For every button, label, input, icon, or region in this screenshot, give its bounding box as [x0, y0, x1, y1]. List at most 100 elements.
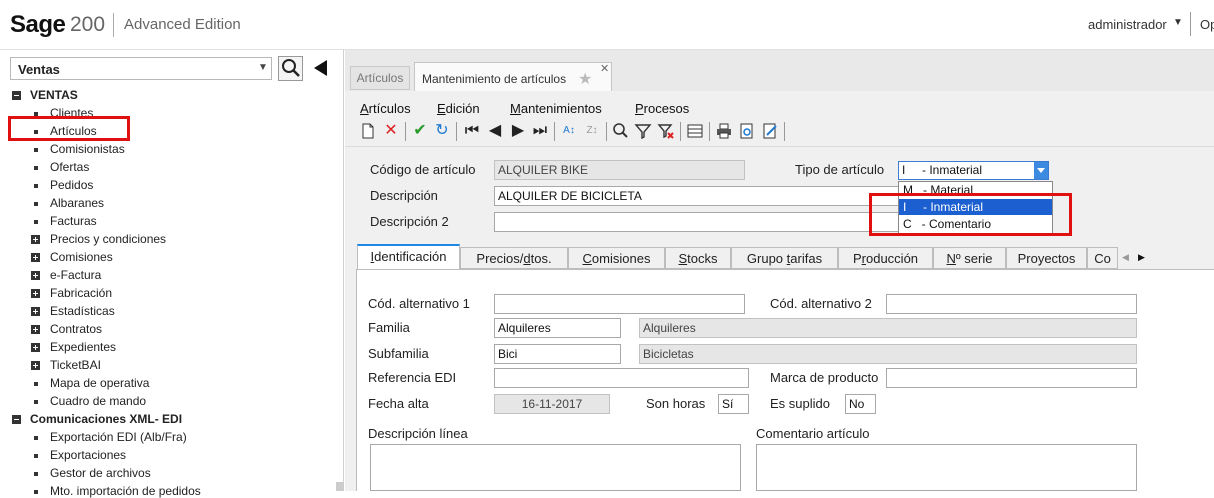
sidebar-item-comisiones[interactable]: Comisiones — [50, 250, 113, 264]
sidebar-item-contratos[interactable]: Contratos — [50, 322, 102, 336]
close-icon[interactable]: ✕ — [600, 62, 609, 75]
expand-icon[interactable] — [31, 289, 40, 298]
descripcion-field[interactable]: ALQUILER DE BICICLETA — [494, 186, 900, 206]
scrollbar[interactable] — [336, 482, 344, 491]
delete-icon[interactable]: ✕ — [381, 121, 401, 141]
sort-za-icon[interactable]: Z↕ — [582, 121, 602, 141]
desc-linea-label: Descripción línea — [368, 426, 468, 441]
highlight-dropdown — [869, 193, 1072, 236]
collapse-icon[interactable] — [12, 415, 21, 424]
tab-identificaci-n[interactable]: Identificación — [357, 244, 460, 270]
tab-precios-dtos-[interactable]: Precios/dtos. — [460, 247, 568, 269]
subfamilia-name-field: Bicicletas — [639, 344, 1137, 364]
sidebar-item-precios-y-condiciones[interactable]: Precios y condiciones — [50, 232, 166, 246]
sidebar-item-facturas[interactable]: Facturas — [50, 214, 97, 228]
refresh-icon[interactable]: ↻ — [432, 121, 452, 141]
sidebar-item-comunicaciones-xml-edi[interactable]: Comunicaciones XML- EDI — [30, 412, 182, 426]
familia-code-field[interactable]: Alquileres — [494, 318, 621, 338]
sidebar-item-e-factura[interactable]: e-Factura — [50, 268, 101, 282]
descripcion2-field[interactable] — [494, 212, 900, 232]
expand-icon[interactable] — [31, 307, 40, 316]
codigo-field[interactable]: ALQUILER BIKE — [494, 160, 745, 180]
sidebar-item-estad-sticas[interactable]: Estadísticas — [50, 304, 115, 318]
sidebar-item-comisionistas[interactable]: Comisionistas — [50, 142, 125, 156]
tab-stocks[interactable]: Stocks — [665, 247, 731, 269]
star-icon[interactable]: ★ — [578, 69, 592, 89]
sidebar-item-pedidos[interactable]: Pedidos — [50, 178, 93, 192]
collapse-panel-button[interactable] — [310, 57, 332, 79]
filter-icon[interactable] — [633, 121, 653, 141]
tab-co[interactable]: Co — [1087, 247, 1118, 269]
tab-grupo-tarifas[interactable]: Grupo tarifas — [731, 247, 838, 269]
tab-scroll-left-icon[interactable]: ◀ — [1122, 252, 1129, 263]
next-record-icon[interactable]: ▶ — [508, 121, 528, 141]
previous-record-icon[interactable]: ◀ — [485, 121, 505, 141]
cod-alt2-label: Cód. alternativo 2 — [770, 296, 872, 311]
tab-articulos[interactable]: Artículos — [350, 66, 410, 90]
sidebar-item-ticketbai[interactable]: TicketBAI — [50, 358, 101, 372]
edit-document-icon[interactable] — [760, 121, 780, 141]
search-icon[interactable] — [611, 121, 631, 141]
tab-label: Mantenimiento de artículos — [422, 72, 567, 86]
first-record-icon[interactable]: ⏮ — [462, 121, 482, 141]
expand-icon[interactable] — [31, 325, 40, 334]
search-button[interactable] — [278, 56, 303, 81]
comentario-textarea[interactable] — [756, 444, 1137, 491]
last-record-icon[interactable]: ⏭ — [530, 121, 550, 141]
familia-name-field: Alquileres — [639, 318, 1137, 338]
sidebar-item-gestor-de-archivos[interactable]: Gestor de archivos — [50, 466, 151, 480]
menu-item[interactable]: Mantenimientos — [510, 101, 602, 116]
clear-filter-icon[interactable] — [656, 121, 676, 141]
sidebar-item-fabricaci-n[interactable]: Fabricación — [50, 286, 112, 300]
tab-scroll-right-icon[interactable]: ▶ — [1138, 252, 1145, 263]
sidebar-item-mto-importaci-n-de-pedidos[interactable]: Mto. importación de pedidos — [50, 484, 201, 498]
expand-icon[interactable] — [31, 253, 40, 262]
sort-az-icon[interactable]: A↕ — [559, 121, 579, 141]
sidebar-item-ofertas[interactable]: Ofertas — [50, 160, 89, 174]
user-menu[interactable]: administrador — [1088, 17, 1167, 32]
subfamilia-code-field[interactable]: Bici — [494, 344, 621, 364]
son-horas-field[interactable]: Sí — [718, 394, 749, 414]
sidebar-item-exportaci-n-edi-alb-fra[interactable]: Exportación EDI (Alb/Fra) — [50, 430, 187, 444]
chevron-down-icon[interactable]: ▼ — [258, 62, 268, 73]
tab-proyectos[interactable]: Proyectos — [1006, 247, 1087, 269]
sidebar-item-mapa-de-operativa[interactable]: Mapa de operativa — [50, 376, 149, 390]
check-icon[interactable]: ✔ — [410, 121, 430, 141]
cod-alt2-field[interactable] — [886, 294, 1137, 314]
tab-n-serie[interactable]: Nº serie — [933, 247, 1006, 269]
header-divider — [113, 13, 114, 37]
tab-comisiones[interactable]: Comisiones — [568, 247, 665, 269]
menu-item[interactable]: Artículos — [360, 101, 411, 116]
new-document-icon[interactable] — [358, 121, 378, 141]
ref-edi-field[interactable] — [494, 368, 749, 388]
menu-item[interactable]: Procesos — [635, 101, 689, 116]
sidebar-item-albaranes[interactable]: Albaranes — [50, 196, 104, 210]
caret-down-icon[interactable]: ▼ — [1173, 17, 1183, 28]
expand-icon[interactable] — [31, 235, 40, 244]
sidebar-item-cuadro-de-mando[interactable]: Cuadro de mando — [50, 394, 146, 408]
toolbar-separator — [456, 122, 457, 141]
sidebar-item-exportaciones[interactable]: Exportaciones — [50, 448, 126, 462]
print-preview-icon[interactable] — [737, 121, 757, 141]
bullet-icon — [34, 454, 38, 458]
expand-icon[interactable] — [31, 361, 40, 370]
expand-icon[interactable] — [31, 343, 40, 352]
bullet-icon — [34, 202, 38, 206]
collapse-icon[interactable] — [12, 91, 21, 100]
marca-field[interactable] — [886, 368, 1137, 388]
cod-alt1-field[interactable] — [494, 294, 745, 314]
sidebar-item-ventas[interactable]: VENTAS — [30, 88, 78, 102]
chevron-down-icon[interactable] — [1034, 162, 1048, 179]
tab-producci-n[interactable]: Producción — [838, 247, 933, 269]
codigo-label: Código de artículo — [370, 162, 476, 177]
desc-linea-textarea[interactable] — [370, 444, 741, 491]
expand-icon[interactable] — [31, 271, 40, 280]
fecha-alta-field[interactable]: 16-11-2017 — [494, 394, 610, 414]
menu-item[interactable]: Edición — [437, 101, 480, 116]
print-icon[interactable] — [714, 121, 734, 141]
es-suplido-field[interactable]: No — [845, 394, 876, 414]
ref-edi-label: Referencia EDI — [368, 370, 457, 385]
sidebar-item-expedientes[interactable]: Expedientes — [50, 340, 116, 354]
options-menu[interactable]: Op — [1200, 17, 1214, 32]
grid-view-icon[interactable] — [685, 121, 705, 141]
